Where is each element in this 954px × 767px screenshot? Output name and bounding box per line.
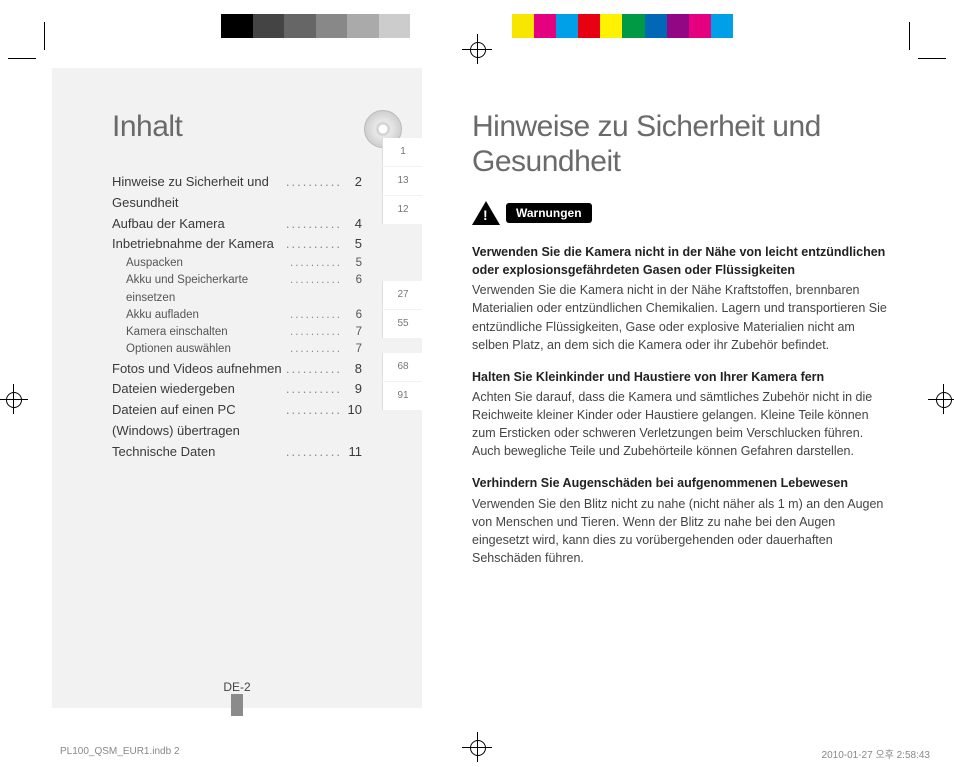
toc-dots: .......... bbox=[290, 324, 342, 341]
toc-page: 10 bbox=[346, 400, 362, 442]
toc-label: Akku aufladen bbox=[126, 307, 286, 324]
toc-row: Dateien wiedergeben..........9 bbox=[112, 379, 362, 400]
thumb-tab: 68 bbox=[382, 353, 423, 381]
thumb-tab-icon bbox=[231, 694, 243, 716]
warning-paragraph: Verhindern Sie Augenschäden bei aufgenom… bbox=[472, 474, 892, 567]
table-of-contents: Hinweise zu Sicherheit und Gesundheit...… bbox=[112, 172, 362, 463]
toc-label: Aufbau der Kamera bbox=[112, 214, 282, 235]
toc-label: Akku und Speicherkarte einsetzen bbox=[126, 272, 286, 307]
thumb-tab: 91 bbox=[382, 382, 423, 410]
toc-dots: .......... bbox=[290, 307, 342, 324]
left-column: Inhalt Hinweise zu Sicherheit und Gesund… bbox=[52, 68, 422, 708]
warning-bold: Verwenden Sie die Kamera nicht in der Nä… bbox=[472, 243, 892, 279]
toc-dots: .......... bbox=[286, 234, 342, 255]
toc-dots: .......... bbox=[286, 379, 342, 400]
registration-mark-icon bbox=[462, 34, 492, 64]
warning-triangle-icon bbox=[472, 201, 500, 225]
crop-mark-icon bbox=[909, 22, 910, 50]
warning-body: Achten Sie darauf, dass die Kamera und s… bbox=[472, 390, 872, 458]
toc-label: Fotos und Videos aufnehmen bbox=[112, 359, 282, 380]
toc-row: Technische Daten..........11 bbox=[112, 442, 362, 463]
print-footer: PL100_QSM_EUR1.indb 2 2010-01-27 오후 2:58… bbox=[60, 746, 930, 761]
registration-mark-icon bbox=[0, 384, 28, 414]
warning-body: Verwenden Sie die Kamera nicht in der Nä… bbox=[472, 283, 887, 351]
warning-bold: Verhindern Sie Augenschäden bei aufgenom… bbox=[472, 474, 892, 492]
thumb-tab: 55 bbox=[382, 310, 423, 338]
warning-label: Warnungen bbox=[506, 203, 592, 223]
warning-paragraph: Verwenden Sie die Kamera nicht in der Nä… bbox=[472, 243, 892, 354]
warning-heading: Warnungen bbox=[472, 201, 892, 225]
toc-page: 6 bbox=[346, 272, 362, 307]
crop-mark-icon bbox=[918, 58, 946, 59]
toc-label: Inbetriebnahme der Kamera bbox=[112, 234, 282, 255]
toc-row: Optionen auswählen..........7 bbox=[126, 341, 362, 358]
toc-dots: .......... bbox=[286, 442, 342, 463]
toc-dots: .......... bbox=[286, 359, 342, 380]
toc-label: Auspacken bbox=[126, 255, 286, 272]
toc-label: Optionen auswählen bbox=[126, 341, 286, 358]
toc-label: Dateien auf einen PC (Windows) übertrage… bbox=[112, 400, 282, 442]
right-column: Hinweise zu Sicherheit und Gesundheit Wa… bbox=[422, 68, 902, 708]
page-code: DE-2 bbox=[223, 680, 250, 694]
toc-dots: .......... bbox=[286, 172, 342, 214]
toc-page: 8 bbox=[346, 359, 362, 380]
toc-row: Dateien auf einen PC (Windows) übertrage… bbox=[112, 400, 362, 442]
toc-page: 7 bbox=[346, 324, 362, 341]
registration-mark-icon bbox=[928, 384, 954, 414]
section-title: Hinweise zu Sicherheit und Gesundheit bbox=[472, 110, 892, 179]
warning-body: Verwenden Sie den Blitz nicht zu nahe (n… bbox=[472, 497, 883, 565]
thumb-index-tabs: 11312 2755 6891 bbox=[382, 138, 422, 411]
toc-row: Auspacken..........5 bbox=[126, 255, 362, 272]
toc-page: 7 bbox=[346, 341, 362, 358]
warning-bold: Halten Sie Kleinkinder und Haustiere von… bbox=[472, 368, 892, 386]
toc-row: Hinweise zu Sicherheit und Gesundheit...… bbox=[112, 172, 362, 214]
toc-page: 5 bbox=[346, 255, 362, 272]
toc-dots: .......... bbox=[290, 255, 342, 272]
thumb-tab: 12 bbox=[382, 196, 423, 224]
toc-row: Akku aufladen..........6 bbox=[126, 307, 362, 324]
crop-mark-icon bbox=[8, 58, 36, 59]
toc-dots: .......... bbox=[286, 214, 342, 235]
toc-dots: .......... bbox=[290, 272, 342, 307]
toc-page: 6 bbox=[346, 307, 362, 324]
toc-label: Kamera einschalten bbox=[126, 324, 286, 341]
toc-row: Akku und Speicherkarte einsetzen........… bbox=[126, 272, 362, 307]
toc-row: Inbetriebnahme der Kamera..........5 bbox=[112, 234, 362, 255]
toc-page: 2 bbox=[346, 172, 362, 214]
toc-label: Technische Daten bbox=[112, 442, 282, 463]
footer-file: PL100_QSM_EUR1.indb 2 bbox=[60, 746, 180, 761]
warning-paragraph: Halten Sie Kleinkinder und Haustiere von… bbox=[472, 368, 892, 461]
toc-row: Fotos und Videos aufnehmen..........8 bbox=[112, 359, 362, 380]
thumb-tab: 1 bbox=[382, 138, 423, 166]
thumb-tab: 27 bbox=[382, 281, 423, 309]
toc-page: 9 bbox=[346, 379, 362, 400]
footer-timestamp: 2010-01-27 오후 2:58:43 bbox=[822, 746, 930, 761]
page-spread: Inhalt Hinweise zu Sicherheit und Gesund… bbox=[52, 68, 902, 708]
toc-page: 4 bbox=[346, 214, 362, 235]
crop-mark-icon bbox=[44, 22, 45, 50]
toc-label: Hinweise zu Sicherheit und Gesundheit bbox=[112, 172, 282, 214]
thumb-tab: 13 bbox=[382, 167, 423, 195]
toc-row: Aufbau der Kamera..........4 bbox=[112, 214, 362, 235]
toc-row: Kamera einschalten..........7 bbox=[126, 324, 362, 341]
toc-page: 11 bbox=[346, 442, 362, 463]
toc-page: 5 bbox=[346, 234, 362, 255]
toc-dots: .......... bbox=[290, 341, 342, 358]
toc-dots: .......... bbox=[286, 400, 342, 442]
toc-label: Dateien wiedergeben bbox=[112, 379, 282, 400]
